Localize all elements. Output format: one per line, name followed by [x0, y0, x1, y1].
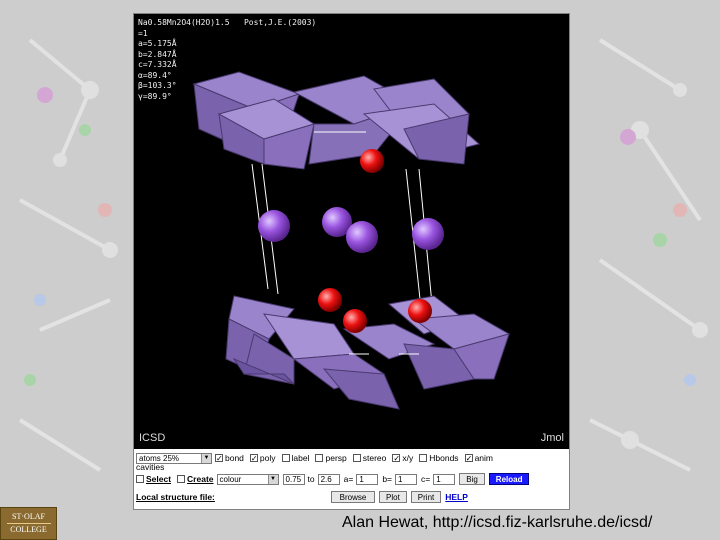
- logo-divider: [6, 523, 51, 524]
- poly-label: poly: [259, 453, 276, 463]
- select-label: Select: [146, 474, 172, 484]
- print-button[interactable]: Print: [410, 491, 442, 503]
- chevron-down-icon: ▼: [267, 474, 278, 484]
- range-from-input[interactable]: 0.75: [282, 473, 305, 485]
- file-row: Local structure file: Browse Plot Print …: [136, 490, 468, 504]
- lower-polyhedra-layer: [225, 295, 511, 410]
- xy-checkbox[interactable]: ✓: [392, 454, 401, 463]
- cavities-label: cavities: [136, 462, 165, 472]
- a-label: a=: [343, 474, 354, 484]
- jmol-3d-viewer[interactable]: Na0.58Mn2O4(H2O)1.5 Post,J.E.(2003) =1 a…: [134, 14, 569, 449]
- icsd-watermark: ICSD: [139, 432, 166, 444]
- param-0: =1: [138, 28, 148, 38]
- range-to-input[interactable]: 2.6: [317, 473, 340, 485]
- hbonds-checkbox[interactable]: [419, 454, 428, 462]
- plot-button[interactable]: Plot: [379, 491, 407, 503]
- cell-parameters: Na0.58Mn2O4(H2O)1.5 Post,J.E.(2003) =1 a…: [138, 18, 316, 102]
- credit-text: Alan Hewat, http://icsd.fiz-karlsruhe.de…: [342, 514, 653, 531]
- hbonds-label: Hbonds: [429, 453, 459, 463]
- applet-controls: atoms 25% ▼ ✓ bond ✓ poly label persp stere…: [134, 450, 569, 510]
- label-label: label: [291, 453, 310, 463]
- param-c: c=7.332Å: [138, 60, 177, 69]
- sodium-atoms: [258, 207, 444, 253]
- reload-button[interactable]: Reload: [488, 473, 530, 485]
- help-link[interactable]: HELP: [445, 492, 468, 502]
- bond-label: bond: [225, 453, 244, 463]
- a-input[interactable]: 1: [356, 473, 379, 485]
- stereo-label: stereo: [362, 453, 387, 463]
- stereo-checkbox[interactable]: [352, 454, 361, 462]
- anim-checkbox[interactable]: ✓: [464, 454, 473, 463]
- display-options-row: atoms 25% ▼ ✓ bond ✓ poly label persp stere…: [136, 451, 496, 465]
- jmol-watermark: Jmol: [540, 432, 564, 444]
- compound-formula: Na0.58Mn2O4(H2O)1.5 Post,J.E.(2003): [138, 18, 317, 27]
- selection-row: Select Create colour ▼ 0.75 to 2.6 a= 1 b…: [136, 472, 531, 486]
- anim-label: anim: [474, 453, 493, 463]
- param-alpha: α=89.4°: [138, 70, 172, 80]
- browse-button[interactable]: Browse: [331, 491, 375, 503]
- param-b: b=2.847Å: [138, 49, 177, 59]
- logo-bottom-text: COLLEGE: [10, 525, 47, 534]
- b-label: b=: [382, 474, 393, 484]
- local-file-label: Local structure file:: [136, 492, 215, 502]
- icsd-structure-applet: Na0.58Mn2O4(H2O)1.5 Post,J.E.(2003) =1 a…: [133, 13, 570, 510]
- c-input[interactable]: 1: [433, 473, 456, 485]
- colour-select[interactable]: colour ▼: [216, 473, 279, 485]
- select-checkbox[interactable]: [136, 475, 144, 483]
- label-checkbox[interactable]: [281, 454, 290, 462]
- param-gamma: γ=89.9°: [138, 91, 172, 101]
- big-button[interactable]: Big: [459, 473, 485, 485]
- logo-top-text: ST·OLAF: [12, 512, 45, 521]
- persp-label: persp: [325, 453, 347, 463]
- param-beta: β=103.3°: [138, 81, 177, 90]
- st-olaf-logo: ST·OLAF COLLEGE: [0, 507, 57, 540]
- chevron-down-icon: ▼: [201, 453, 211, 463]
- bond-checkbox[interactable]: ✓: [215, 454, 223, 463]
- to-label: to: [307, 474, 315, 484]
- c-label: c=: [421, 474, 431, 484]
- persp-checkbox[interactable]: [315, 454, 324, 462]
- create-checkbox[interactable]: [177, 475, 186, 483]
- poly-checkbox[interactable]: ✓: [249, 454, 258, 463]
- create-label: Create: [187, 474, 214, 484]
- xy-label: x/y: [402, 453, 414, 463]
- param-a: a=5.175Å: [138, 39, 177, 48]
- b-input[interactable]: 1: [395, 473, 418, 485]
